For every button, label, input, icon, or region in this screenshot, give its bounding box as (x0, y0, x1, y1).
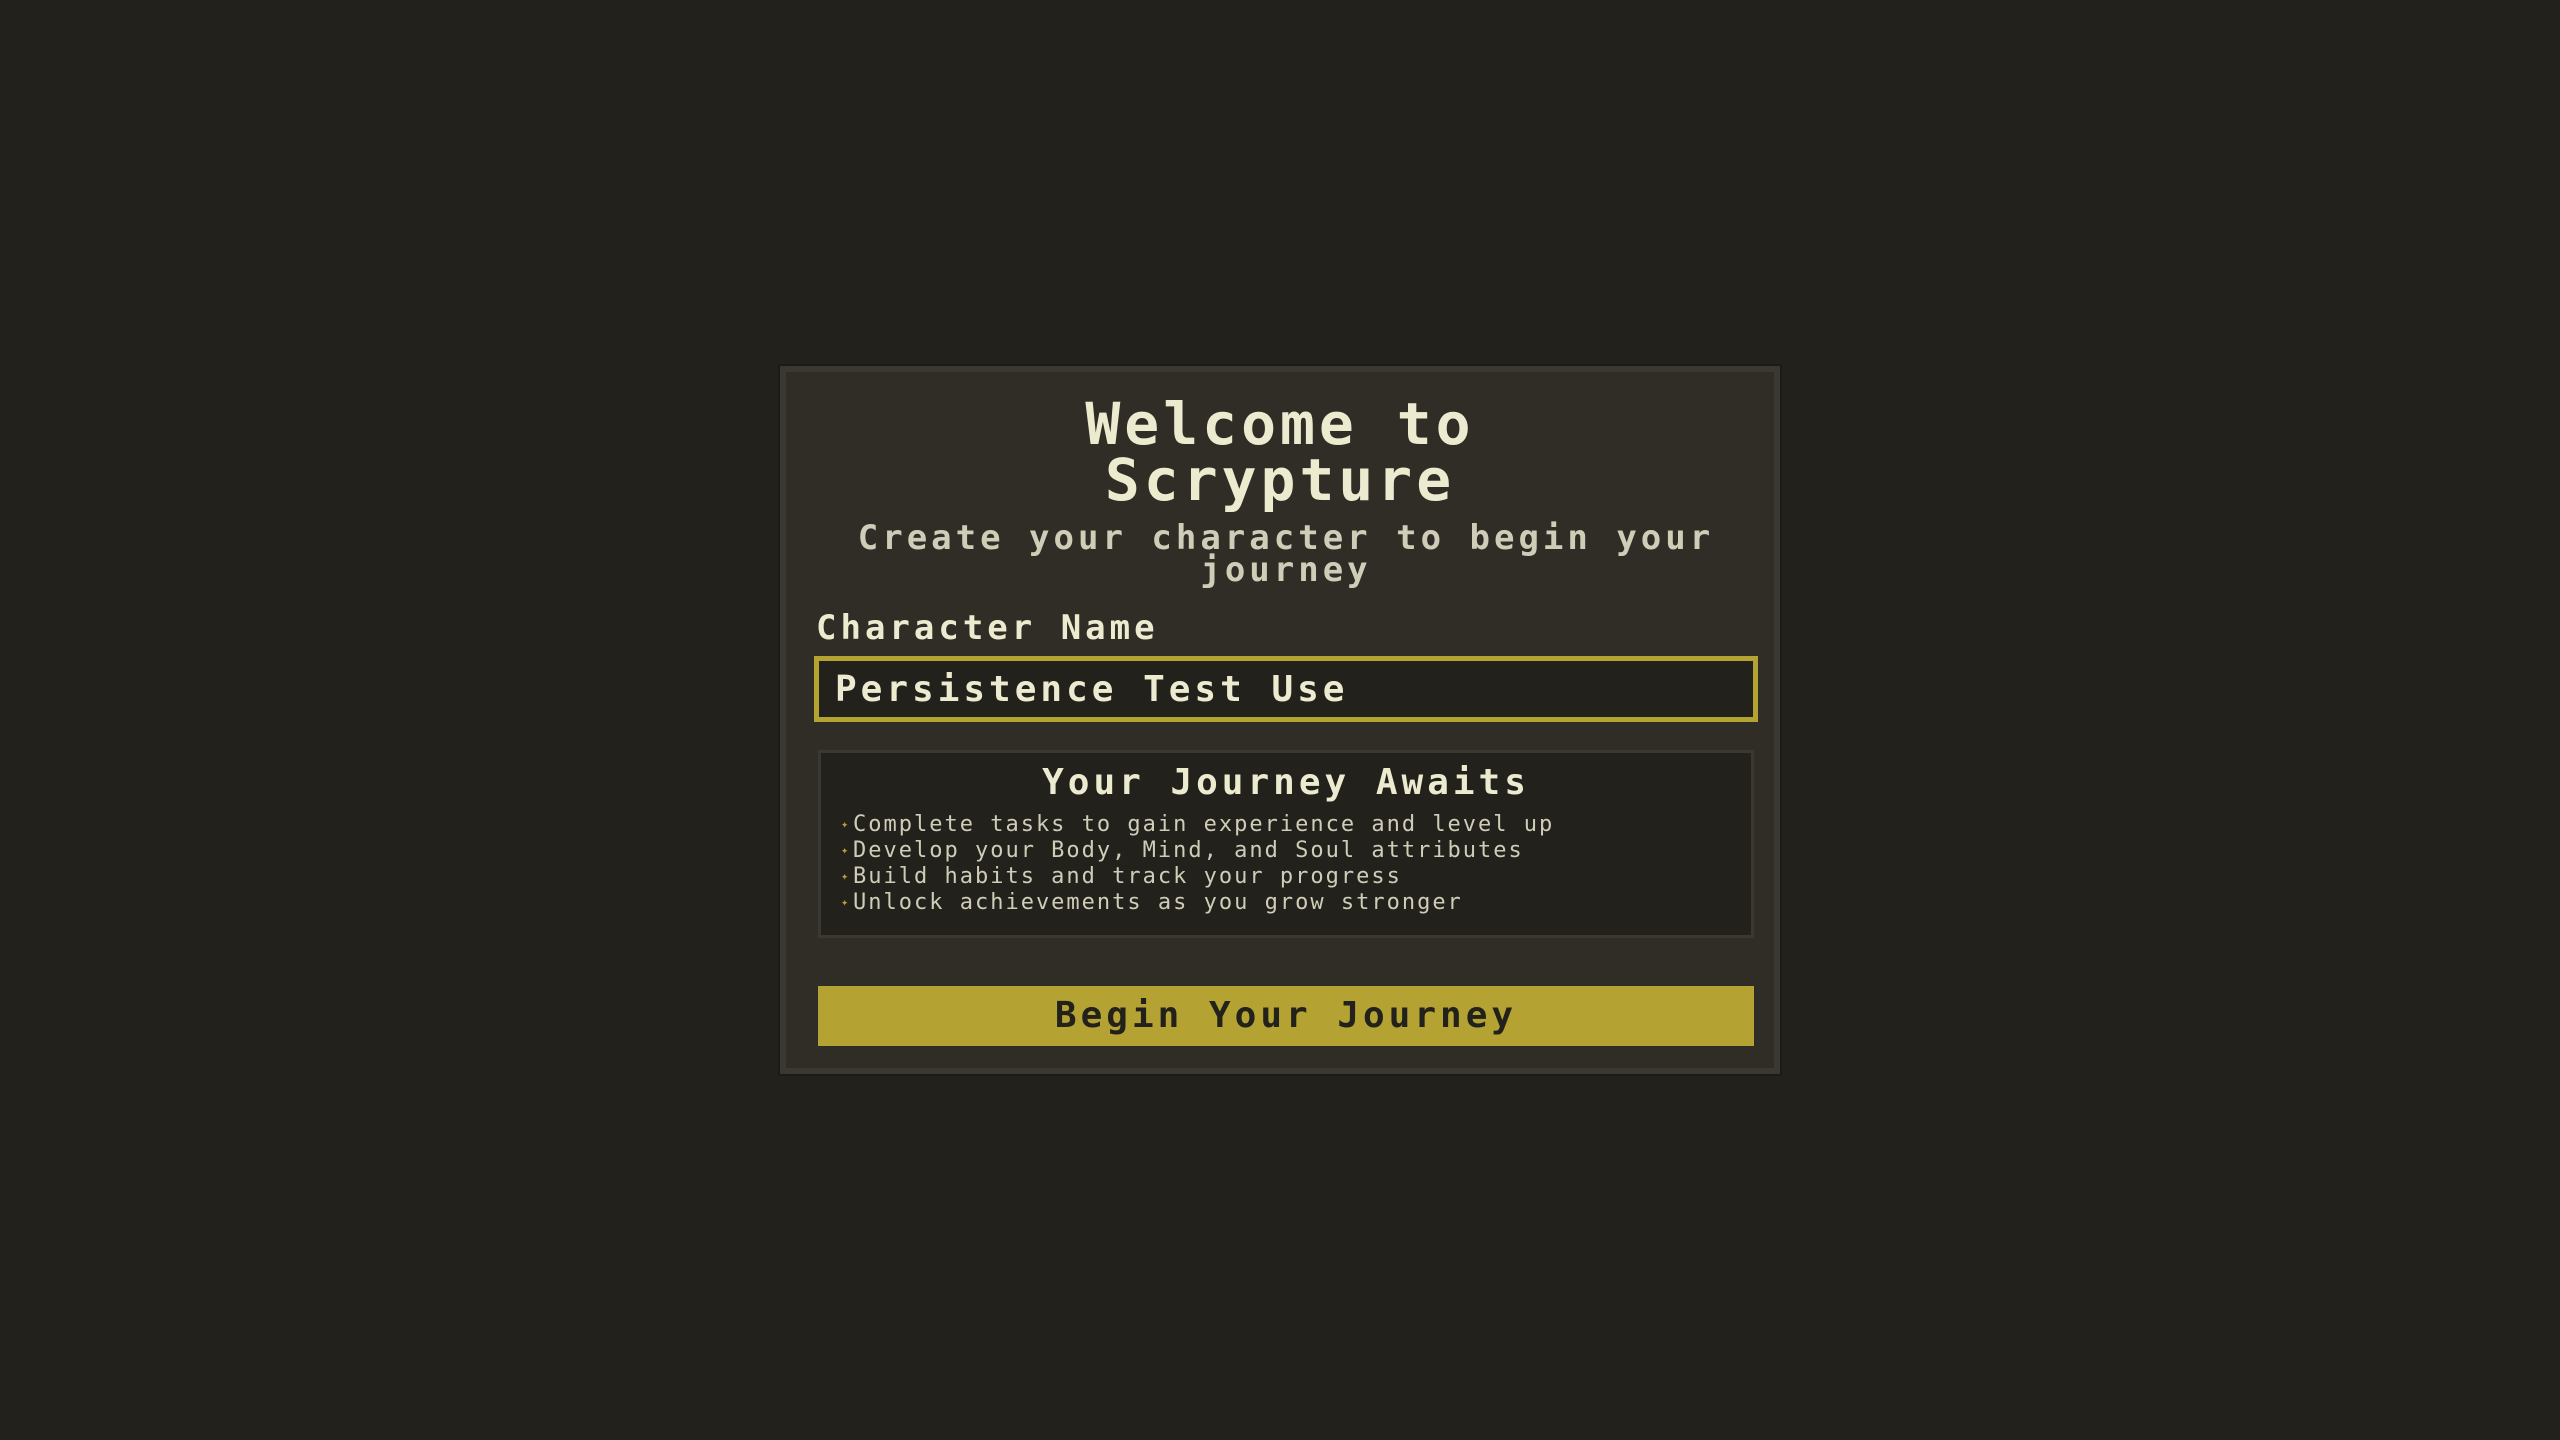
list-item: ✦ Unlock achievements as you grow strong… (841, 889, 1554, 915)
welcome-subtitle: Create your character to begin your jour… (857, 518, 1715, 590)
list-item-text: Develop your Body, Mind, and Soul attrib… (853, 837, 1524, 863)
journey-feature-list: ✦ Complete tasks to gain experience and … (841, 811, 1554, 915)
welcome-title: Welcome to Scrypture (786, 390, 1774, 514)
journey-info-title: Your Journey Awaits (1042, 762, 1530, 803)
sparkle-icon: ✦ (841, 869, 851, 883)
list-item: ✦ Develop your Body, Mind, and Soul attr… (841, 837, 1554, 863)
character-name-label: Character Name (816, 608, 1159, 648)
character-name-input[interactable] (814, 656, 1758, 722)
sparkle-icon: ✦ (841, 817, 851, 831)
welcome-title-line2: Scrypture (1104, 446, 1456, 514)
begin-journey-button[interactable]: Begin Your Journey (818, 986, 1754, 1046)
list-item: ✦ Complete tasks to gain experience and … (841, 811, 1554, 837)
list-item: ✦ Build habits and track your progress (841, 863, 1554, 889)
journey-info-box: Your Journey Awaits ✦ Complete tasks to … (818, 750, 1754, 938)
list-item-text: Unlock achievements as you grow stronger (853, 889, 1463, 915)
welcome-title-line1: Welcome to (1085, 390, 1475, 458)
list-item-text: Complete tasks to gain experience and le… (853, 811, 1555, 837)
sparkle-icon: ✦ (841, 843, 851, 857)
character-creation-dialog: Welcome to Scrypture Create your charact… (780, 366, 1780, 1074)
sparkle-icon: ✦ (841, 895, 851, 909)
list-item-text: Build habits and track your progress (853, 863, 1402, 889)
